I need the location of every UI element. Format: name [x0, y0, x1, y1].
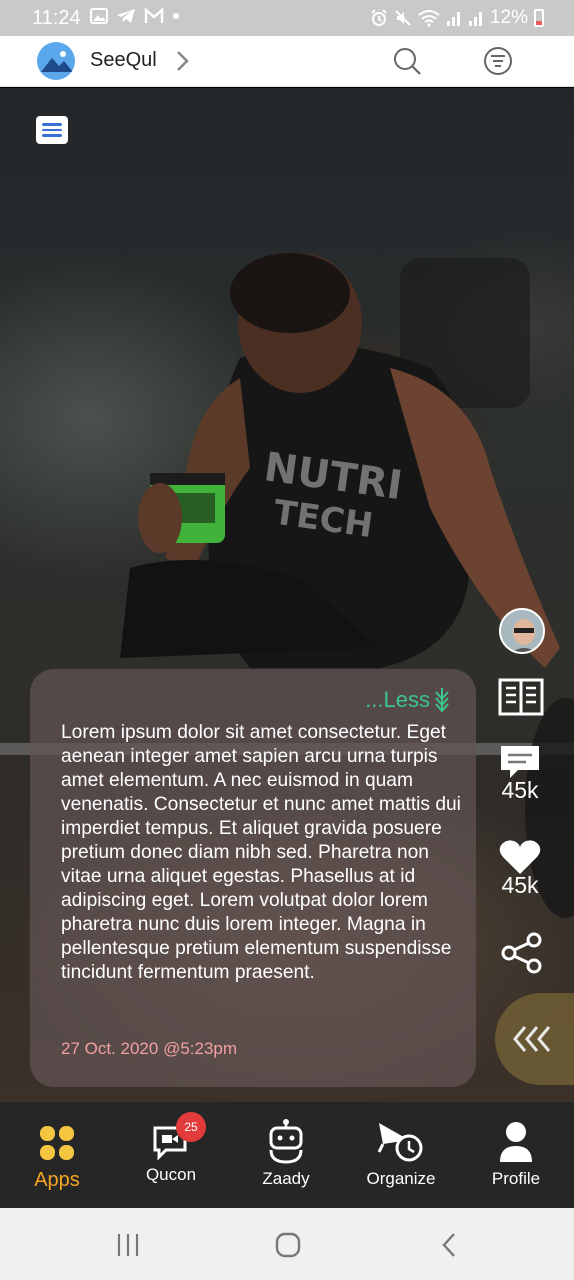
- home-icon[interactable]: [274, 1231, 302, 1259]
- status-bar: 11:24 12%: [0, 0, 574, 36]
- tab-label: Qucon: [145, 1165, 197, 1184]
- system-nav-bar: [0, 1208, 574, 1280]
- comments-button[interactable]: 45k: [498, 743, 542, 804]
- chevron-right-icon[interactable]: [172, 48, 192, 74]
- post-caption: Lorem ipsum dolor sit amet consectetur. …: [61, 722, 461, 983]
- tab-apps[interactable]: Apps: [0, 1102, 114, 1208]
- filter-icon[interactable]: [483, 46, 513, 76]
- tab-label: Apps: [34, 1169, 80, 1191]
- battery-percent: 12%: [489, 7, 528, 28]
- telegram-icon: [117, 9, 135, 23]
- tab-label: Zaady: [262, 1169, 310, 1188]
- gmail-icon: [144, 8, 164, 23]
- double-chevron-left-icon: [513, 1026, 551, 1052]
- tab-label: Organize: [366, 1169, 436, 1188]
- app-name[interactable]: SeeQul: [90, 49, 157, 72]
- menu-line: [42, 128, 62, 132]
- recent-apps-icon[interactable]: [115, 1232, 141, 1258]
- mountain-logo-icon: [41, 51, 73, 72]
- post-media[interactable]: NUTRI TECH ...Less Lorem ipsum dolor sit…: [0, 88, 574, 1102]
- creator-avatar[interactable]: [499, 608, 545, 654]
- robot-icon: [269, 1119, 303, 1164]
- apps-icon: [40, 1126, 74, 1160]
- arrow-down-icon: [435, 688, 449, 713]
- tab-qucon[interactable]: 25 Qucon: [114, 1102, 228, 1208]
- dot-icon: [173, 13, 179, 19]
- tab-zaady[interactable]: Zaady: [229, 1102, 343, 1208]
- likes-count: 45k: [501, 872, 539, 898]
- tab-organize[interactable]: Organize: [344, 1102, 458, 1208]
- share-button[interactable]: [500, 931, 544, 975]
- menu-line: [42, 123, 62, 126]
- search-icon[interactable]: [392, 46, 422, 76]
- like-button[interactable]: 45k: [498, 838, 542, 899]
- notification-icons: [90, 8, 180, 24]
- notification-badge: 25: [176, 1112, 206, 1142]
- share-icon: [501, 932, 542, 974]
- heart-icon: [499, 840, 541, 874]
- signal-icon-1: [446, 12, 460, 26]
- signal-icon-2: [468, 12, 482, 26]
- tab-label: Profile: [491, 1169, 541, 1188]
- less-label: ...Less: [365, 687, 430, 712]
- organize-icon: [377, 1123, 423, 1162]
- back-icon[interactable]: [440, 1231, 460, 1259]
- comment-icon: [501, 746, 539, 778]
- post-timestamp: 27 Oct. 2020 @5:23pm: [61, 1039, 238, 1058]
- app-logo[interactable]: [37, 42, 75, 80]
- status-time: 11:24: [32, 7, 81, 29]
- profile-icon: [500, 1122, 532, 1162]
- tab-profile[interactable]: Profile: [459, 1102, 573, 1208]
- gallery-icon: [90, 8, 108, 24]
- menu-line: [42, 134, 62, 137]
- book-button[interactable]: [498, 678, 544, 716]
- app-header: SeeQul: [0, 36, 574, 87]
- mute-icon: [395, 10, 411, 26]
- less-toggle[interactable]: ...Less: [365, 687, 450, 713]
- book-icon: [498, 678, 544, 716]
- menu-button[interactable]: [36, 116, 68, 144]
- comments-count: 45k: [501, 777, 539, 803]
- bottom-tab-bar: Apps 25 Qucon Zaady Organize Profile: [0, 1102, 574, 1208]
- post-caption-card: ...Less Lorem ipsum dolor sit amet conse…: [30, 669, 476, 1087]
- wifi-icon: [418, 10, 440, 27]
- battery-icon: [534, 9, 544, 27]
- system-status: 12%: [370, 7, 544, 29]
- alarm-icon: [371, 9, 387, 26]
